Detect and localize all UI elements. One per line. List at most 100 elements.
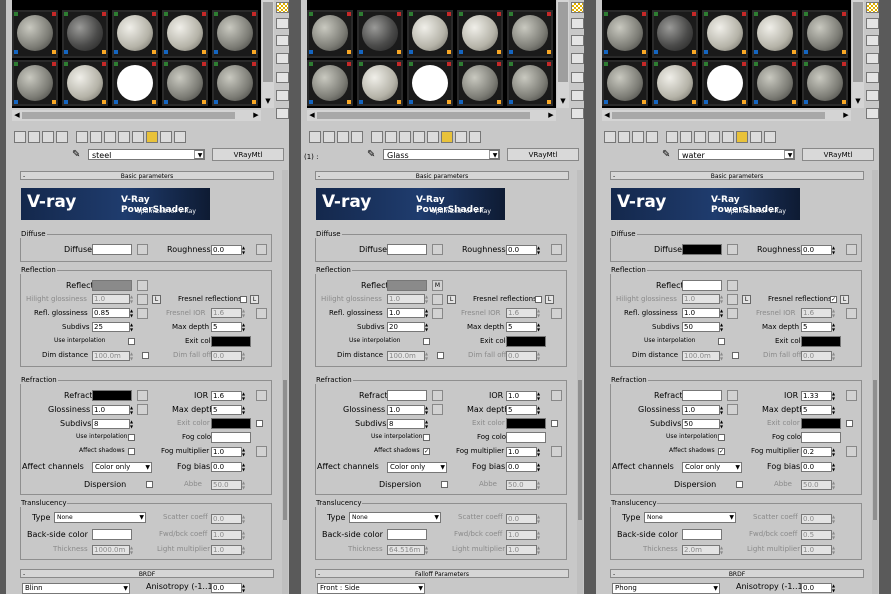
dim-falloff-spinner[interactable]: 0.0 ▲ ▼ <box>506 351 540 361</box>
slots-vertical-scrollbar[interactable]: ▼ <box>557 0 569 108</box>
fresnel-checkbox[interactable] <box>535 296 542 303</box>
abbe-spinner[interactable]: 50.0 ▲ ▼ <box>506 480 540 490</box>
footer-rollout[interactable]: - Falloff Parameters <box>315 569 569 578</box>
fog-multiplier-spinner[interactable]: 1.0 ▲ ▼ <box>506 447 540 457</box>
max-depth-spinner[interactable]: 5 ▲ ▼ <box>211 322 245 332</box>
use-interp-refr-checkbox[interactable] <box>128 434 135 441</box>
exit-color-swatch[interactable] <box>506 336 546 347</box>
make-preview-icon[interactable] <box>276 90 289 101</box>
ior-spinner[interactable]: 1.0 ▲ ▼ <box>506 391 540 401</box>
refract-swatch[interactable] <box>92 390 132 401</box>
reset-icon[interactable] <box>56 131 68 143</box>
basic-parameters-rollout[interactable]: - Basic parameters <box>610 171 864 180</box>
material-slot[interactable] <box>162 60 208 106</box>
reflect-map-button[interactable] <box>137 280 148 291</box>
affect-shadows-checkbox[interactable] <box>128 448 135 455</box>
diffuse-map-button[interactable] <box>727 244 738 255</box>
options-icon[interactable] <box>866 108 879 119</box>
glossiness-map-button[interactable] <box>727 404 738 415</box>
abbe-spinner[interactable]: 50.0 ▲ ▼ <box>801 480 835 490</box>
material-slot[interactable] <box>652 10 698 58</box>
material-slot[interactable] <box>457 10 503 58</box>
exit-color-refr-checkbox[interactable] <box>846 420 853 427</box>
fog-multiplier-spinner[interactable]: 1.0 ▲ ▼ <box>211 447 245 457</box>
refract-swatch[interactable] <box>387 390 427 401</box>
fwd-bck-spinner[interactable]: 0.5 ▲ ▼ <box>801 530 835 540</box>
fwd-bck-spinner[interactable]: 1.0 ▲ ▼ <box>211 530 245 540</box>
use-interp-refr-checkbox[interactable] <box>423 434 430 441</box>
scatter-coeff-spinner[interactable]: 0.0 ▲ ▼ <box>801 514 835 524</box>
roughness-spinner[interactable]: 0.0 ▲ ▼ <box>506 245 540 255</box>
basic-parameters-rollout[interactable]: - Basic parameters <box>20 171 274 180</box>
uv-tiling-icon[interactable] <box>276 53 289 64</box>
translucency-type-dropdown[interactable]: None ▼ <box>349 512 441 523</box>
fog-color-swatch[interactable] <box>211 432 251 443</box>
video-check-icon[interactable] <box>571 72 584 83</box>
fog-color-swatch[interactable] <box>801 432 841 443</box>
material-slot[interactable] <box>357 10 403 58</box>
refl-gloss-map-button[interactable] <box>137 308 148 319</box>
uv-tiling-icon[interactable] <box>866 53 879 64</box>
material-slot[interactable] <box>307 60 353 106</box>
thickness-spinner[interactable]: 1000.0m ▲ ▼ <box>92 545 133 555</box>
refl-gloss-spinner[interactable]: 1.0 ▲ ▼ <box>682 308 723 318</box>
material-slot[interactable] <box>652 60 698 106</box>
assign-icon[interactable] <box>632 131 644 143</box>
scroll-right-icon[interactable]: ▶ <box>251 110 261 121</box>
material-slot[interactable] <box>752 60 798 106</box>
panel-scrollbar[interactable] <box>872 170 878 594</box>
scroll-left-icon[interactable]: ◀ <box>12 110 22 121</box>
material-slot[interactable] <box>802 10 848 58</box>
options-icon[interactable] <box>276 108 289 119</box>
thickness-spinner[interactable]: 64.516m ▲ ▼ <box>387 545 428 555</box>
material-slot[interactable] <box>457 60 503 106</box>
hilight-spinner[interactable]: 1.0 ▲ ▼ <box>92 294 133 304</box>
go-parent-icon[interactable] <box>455 131 467 143</box>
dim-falloff-spinner[interactable]: 0.0 ▲ ▼ <box>801 351 835 361</box>
background-icon[interactable] <box>276 35 289 46</box>
scroll-thumb[interactable] <box>853 2 863 82</box>
material-name-field[interactable]: Glass ▼ <box>383 149 500 160</box>
fwd-bck-spinner[interactable]: 1.0 ▲ ▼ <box>506 530 540 540</box>
footer-rollout[interactable]: - BRDF <box>610 569 864 578</box>
material-id-icon[interactable] <box>118 131 130 143</box>
exit-color-refr-swatch[interactable] <box>211 418 251 429</box>
fresnel-ior-map-button[interactable] <box>846 308 857 319</box>
backlight-icon[interactable] <box>866 18 879 29</box>
material-slot[interactable] <box>62 10 108 58</box>
fresnel-lock-button[interactable]: L <box>840 295 849 304</box>
material-slot[interactable] <box>357 60 403 106</box>
dim-falloff-spinner[interactable]: 0.0 ▲ ▼ <box>211 351 245 361</box>
exit-color-refr-checkbox[interactable] <box>551 420 558 427</box>
material-type-button[interactable]: VRayMtl <box>507 148 579 161</box>
scroll-left-icon[interactable]: ◀ <box>307 110 317 121</box>
assign-icon[interactable] <box>42 131 54 143</box>
subdivs-spinner[interactable]: 50 ▲ ▼ <box>682 322 723 332</box>
eyedropper-icon[interactable]: ✎ <box>72 149 84 161</box>
back-side-color-swatch[interactable] <box>92 529 132 540</box>
subdivs-refr-spinner[interactable]: 8 ▲ ▼ <box>387 419 428 429</box>
panel-scroll-thumb[interactable] <box>873 380 877 520</box>
glossiness-map-button[interactable] <box>137 404 148 415</box>
material-name-field[interactable]: steel ▼ <box>88 149 205 160</box>
material-slot[interactable] <box>507 60 553 106</box>
back-side-color-swatch[interactable] <box>682 529 722 540</box>
slots-horizontal-scrollbar[interactable]: ◀ ▶ <box>602 110 851 121</box>
chevron-down-icon[interactable]: ▼ <box>194 150 204 159</box>
affect-channels-dropdown[interactable]: Color only ▼ <box>387 462 447 473</box>
refl-gloss-map-button[interactable] <box>727 308 738 319</box>
eyedropper-icon[interactable]: ✎ <box>662 149 674 161</box>
dim-distance-spinner[interactable]: 100.0m ▲ ▼ <box>682 351 723 361</box>
fresnel-checkbox[interactable]: ✓ <box>830 296 837 303</box>
fog-color-swatch[interactable] <box>506 432 546 443</box>
unique-icon[interactable] <box>90 131 102 143</box>
fresnel-lock-button[interactable]: L <box>250 295 259 304</box>
use-interp-refr-checkbox[interactable] <box>718 434 725 441</box>
abbe-spinner[interactable]: 50.0 ▲ ▼ <box>211 480 245 490</box>
scatter-coeff-spinner[interactable]: 0.0 ▲ ▼ <box>211 514 245 524</box>
hilight-map-button[interactable] <box>727 294 738 305</box>
reflect-map-button[interactable] <box>727 280 738 291</box>
uv-tiling-icon[interactable] <box>571 53 584 64</box>
hilight-lock-button[interactable]: L <box>152 295 161 304</box>
ior-spinner[interactable]: 1.6 ▲ ▼ <box>211 391 245 401</box>
